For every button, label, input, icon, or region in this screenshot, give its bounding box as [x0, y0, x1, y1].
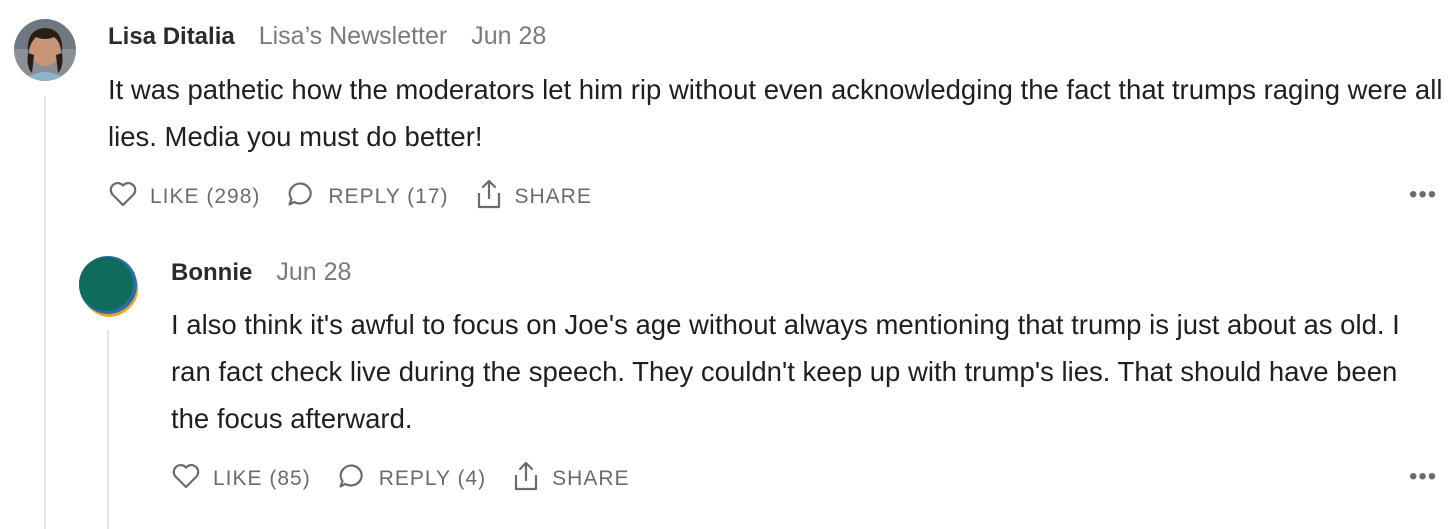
- comment-actions-lisa: LIKE (298) REPLY (17) SHARE: [108, 178, 618, 216]
- comment-body-lisa: It was pathetic how the moderators let h…: [108, 74, 1443, 152]
- speech-bubble-icon: [286, 180, 328, 214]
- share-label: SHARE: [552, 467, 630, 490]
- more-icon[interactable]: •••: [1409, 465, 1437, 489]
- comment-actions-bonnie: LIKE (85) REPLY (4) SHARE: [171, 460, 656, 498]
- author-name[interactable]: Bonnie: [171, 259, 252, 287]
- thread-line-bonnie[interactable]: [107, 330, 109, 529]
- share-icon: [512, 460, 552, 498]
- avatar-bonnie[interactable]: [77, 255, 139, 317]
- heart-icon: [108, 180, 150, 214]
- heart-icon: [171, 462, 213, 496]
- author-name[interactable]: Lisa Ditalia: [108, 23, 235, 51]
- comment-meta-bonnie: Bonnie Jun 28: [171, 258, 351, 287]
- like-label: LIKE (85): [213, 467, 311, 490]
- share-label: SHARE: [514, 185, 592, 208]
- like-button[interactable]: LIKE (298): [108, 180, 260, 214]
- share-icon: [475, 178, 515, 216]
- speech-bubble-icon: [337, 462, 379, 496]
- publication-name[interactable]: Lisa’s Newsletter: [259, 22, 448, 51]
- like-button[interactable]: LIKE (85): [171, 462, 311, 496]
- comment-date[interactable]: Jun 28: [471, 22, 546, 51]
- share-button[interactable]: SHARE: [512, 460, 629, 498]
- more-icon[interactable]: •••: [1409, 183, 1437, 207]
- comment-date[interactable]: Jun 28: [276, 258, 351, 287]
- reply-label: REPLY (4): [378, 467, 487, 490]
- comment-meta-lisa: Lisa Ditalia Lisa’s Newsletter Jun 28: [108, 22, 546, 51]
- reply-label: REPLY (17): [328, 185, 449, 208]
- reply-button[interactable]: REPLY (17): [286, 180, 448, 214]
- thread-line-lisa[interactable]: [44, 96, 46, 529]
- reply-button[interactable]: REPLY (4): [337, 462, 486, 496]
- like-label: LIKE (298): [150, 185, 261, 208]
- avatar-lisa[interactable]: [14, 19, 76, 81]
- comment-body-bonnie: I also think it's awful to focus on Joe'…: [171, 309, 1400, 434]
- share-button[interactable]: SHARE: [475, 178, 592, 216]
